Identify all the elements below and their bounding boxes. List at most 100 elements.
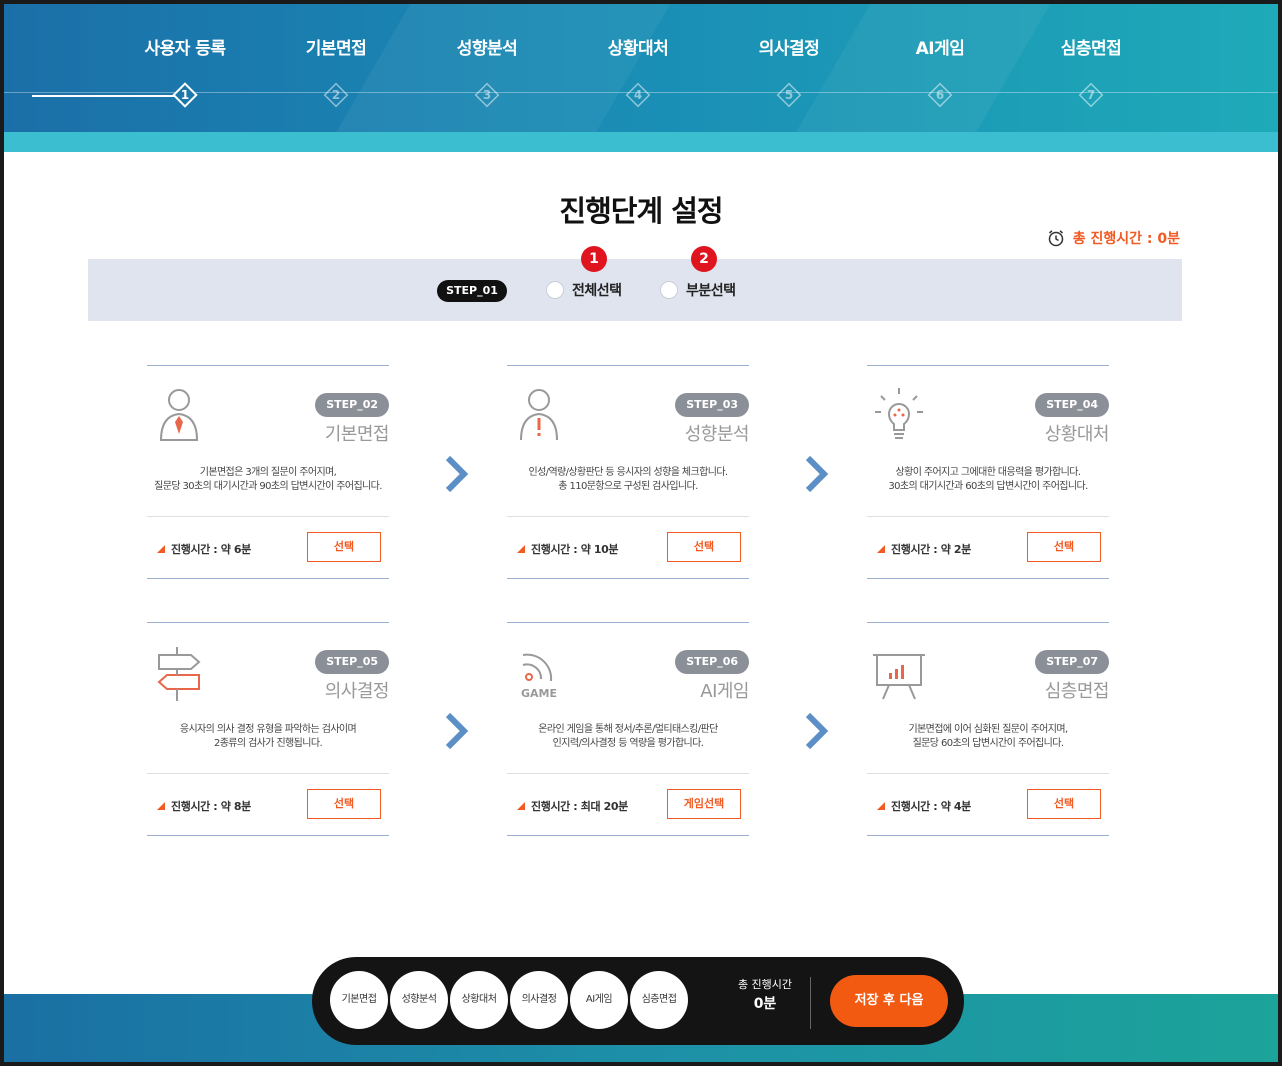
svg-text:GAME: GAME: [521, 687, 557, 700]
save-next-button[interactable]: 저장 후 다음: [830, 975, 948, 1027]
select-button[interactable]: 선택: [1027, 789, 1101, 819]
nav-step-label: 상황대처: [607, 39, 669, 59]
signpost-icon: [157, 647, 201, 701]
nav-step-label: 사용자 등록: [144, 39, 226, 59]
card-description: 응시자의 의사 결정 유형을 파악하는 검사이며 2종류의 검사가 진행됩니다.: [137, 723, 399, 751]
duration-label: 진행시간 : 약 4분: [891, 800, 971, 813]
chevron-right-icon: [805, 713, 828, 749]
nav-step-basic-interview[interactable]: 기본면접 2: [261, 38, 411, 108]
step-badge: STEP_01: [437, 280, 507, 302]
select-all-radio[interactable]: 전체선택: [546, 280, 622, 300]
dock-total-value: 0분: [753, 996, 777, 1012]
radio-circle[interactable]: [660, 281, 678, 299]
card-title: 성향분석: [684, 424, 750, 445]
page-title: 진행단계 설정: [559, 194, 723, 228]
duration-label: 진행시간 : 약 6분: [171, 543, 251, 556]
card-description: 온라인 게임을 통해 정서/추론/멀티태스킹/판단 인지력/의사결정 등 역량을…: [497, 723, 759, 751]
step-card-basic-interview: STEP_02 기본면접 기본면접은 3개의 질문이 주어지며, 질문당 30초…: [147, 365, 390, 579]
step-badge: STEP_03: [675, 393, 749, 417]
step-badge: STEP_07: [1035, 650, 1109, 674]
card-description: 인성/역량/상황판단 등 응시자의 성향을 체크합니다. 총 110문항으로 구…: [497, 466, 759, 494]
nav-step-number: 1: [180, 88, 190, 102]
total-time: 총 진행시간 : 0분: [1047, 228, 1180, 248]
step-card-situation: STEP_04 상황대처 상황이 주어지고 그에대한 대응력을 평가합니다. 3…: [867, 365, 1110, 579]
chevron-right-icon: [445, 456, 468, 492]
select-button[interactable]: 선택: [667, 532, 741, 562]
step-badge: STEP_05: [315, 650, 389, 674]
interviewer-icon: [159, 389, 199, 441]
dock-item-ai-game[interactable]: AI게임: [570, 971, 628, 1029]
desc-line: 총 110문항으로 구성된 검사입니다.: [558, 481, 698, 492]
duration: 진행시간 : 최대 20분: [517, 798, 628, 814]
card-title: 기본면접: [324, 424, 390, 445]
duration-label: 진행시간 : 약 2분: [891, 543, 971, 556]
step-badge: STEP_06: [675, 650, 749, 674]
annotation-marker: 1: [581, 246, 607, 272]
nav-step-number: 6: [935, 88, 945, 102]
nav-step-personality[interactable]: 성향분석 3: [412, 38, 562, 108]
nav-step-number: 2: [331, 88, 341, 102]
summary-dock: 기본면접 성향분석 상황대처 의사결정 AI게임 심층면접 총 진행시간 0분 …: [312, 957, 964, 1045]
annotation-marker: 2: [691, 246, 717, 272]
card-title: 의사결정: [324, 681, 390, 702]
chevron-right-icon: [805, 456, 828, 492]
nav-step-label: 기본면접: [305, 39, 367, 59]
radio-label: 부분선택: [686, 283, 736, 299]
dock-item-basic-interview[interactable]: 기본면접: [330, 971, 388, 1029]
desc-line: 질문당 30초의 대기시간과 90초의 답변시간이 주어집니다.: [154, 481, 382, 492]
alarm-clock-icon: [1048, 230, 1063, 247]
dock-item-deep-interview[interactable]: 심층면접: [630, 971, 688, 1029]
nav-step-label: 심층면접: [1060, 39, 1122, 59]
card-description: 상황이 주어지고 그에대한 대응력을 평가합니다. 30초의 대기시간과 60초…: [857, 466, 1119, 494]
person-alert-icon: [520, 389, 558, 441]
game-select-button[interactable]: 게임선택: [667, 789, 741, 819]
step-badge: STEP_04: [1035, 393, 1109, 417]
select-button[interactable]: 선택: [307, 532, 381, 562]
triangle-icon: [877, 802, 885, 810]
triangle-icon: [517, 802, 525, 810]
desc-line: 기본면접은 3개의 질문이 주어지며,: [199, 467, 337, 478]
dock-item-decision[interactable]: 의사결정: [510, 971, 568, 1029]
total-time-label: 총 진행시간 : 0분: [1072, 231, 1180, 247]
triangle-icon: [877, 545, 885, 553]
select-partial-radio[interactable]: 부분선택: [660, 280, 736, 300]
nav-step-decision[interactable]: 의사결정 5: [714, 38, 864, 108]
triangle-icon: [517, 545, 525, 553]
select-button[interactable]: 선택: [307, 789, 381, 819]
presentation-chart-icon: [873, 654, 925, 700]
triangle-icon: [157, 545, 165, 553]
desc-line: 응시자의 의사 결정 유형을 파악하는 검사이며: [179, 724, 357, 735]
desc-line: 인지력/의사결정 등 역량을 평가합니다.: [552, 738, 704, 749]
dock-item-personality[interactable]: 성향분석: [390, 971, 448, 1029]
step-badge: STEP_02: [315, 393, 389, 417]
nav-step-ai-game[interactable]: AI게임 6: [865, 38, 1015, 108]
nav-step-number: 4: [633, 88, 643, 102]
desc-line: 온라인 게임을 통해 정서/추론/멀티태스킹/판단: [538, 724, 718, 735]
chevron-right-icon: [445, 713, 468, 749]
desc-line: 2종류의 검사가 진행됩니다.: [213, 738, 323, 749]
nav-step-number: 5: [784, 88, 794, 102]
card-title: 상황대처: [1044, 424, 1110, 445]
app-frame: 사용자 등록 1 기본면접 2 성향분석 3 상황대처 4 의사결정 5 AI게…: [0, 0, 1282, 1066]
nav-step-number: 3: [482, 88, 492, 102]
desc-line: 상황이 주어지고 그에대한 대응력을 평가합니다.: [895, 467, 1082, 478]
dock-item-situation[interactable]: 상황대처: [450, 971, 508, 1029]
desc-line: 질문당 60초의 답변시간이 주어집니다.: [912, 738, 1064, 749]
duration: 진행시간 : 약 2분: [877, 541, 971, 557]
radio-label: 전체선택: [572, 283, 622, 299]
nav-step-number: 7: [1086, 88, 1096, 102]
step-card-ai-game: GAME STEP_06 AI게임 온라인 게임을 통해 정서/추론/멀티태스킹…: [507, 622, 749, 836]
duration-label: 진행시간 : 약 10분: [531, 543, 619, 556]
duration: 진행시간 : 약 8분: [157, 798, 251, 814]
card-title: AI게임: [700, 681, 749, 702]
nav-step-user-register[interactable]: 사용자 등록 1: [32, 38, 260, 108]
progress-header: 사용자 등록 1 기본면접 2 성향분석 3 상황대처 4 의사결정 5 AI게…: [4, 4, 1278, 152]
selection-band: STEP_01 전체선택 부분선택: [88, 259, 1182, 321]
select-button[interactable]: 선택: [1027, 532, 1101, 562]
lightbulb-icon: [875, 388, 923, 439]
nav-step-situation[interactable]: 상황대처 4: [563, 38, 713, 108]
nav-step-deep-interview[interactable]: 심층면접 7: [1016, 38, 1166, 108]
step-card-deep-interview: STEP_07 심층면접 기본면접에 이어 심화된 질문이 주어지며, 질문당 …: [867, 622, 1110, 836]
radio-circle[interactable]: [546, 281, 564, 299]
duration: 진행시간 : 약 4분: [877, 798, 971, 814]
